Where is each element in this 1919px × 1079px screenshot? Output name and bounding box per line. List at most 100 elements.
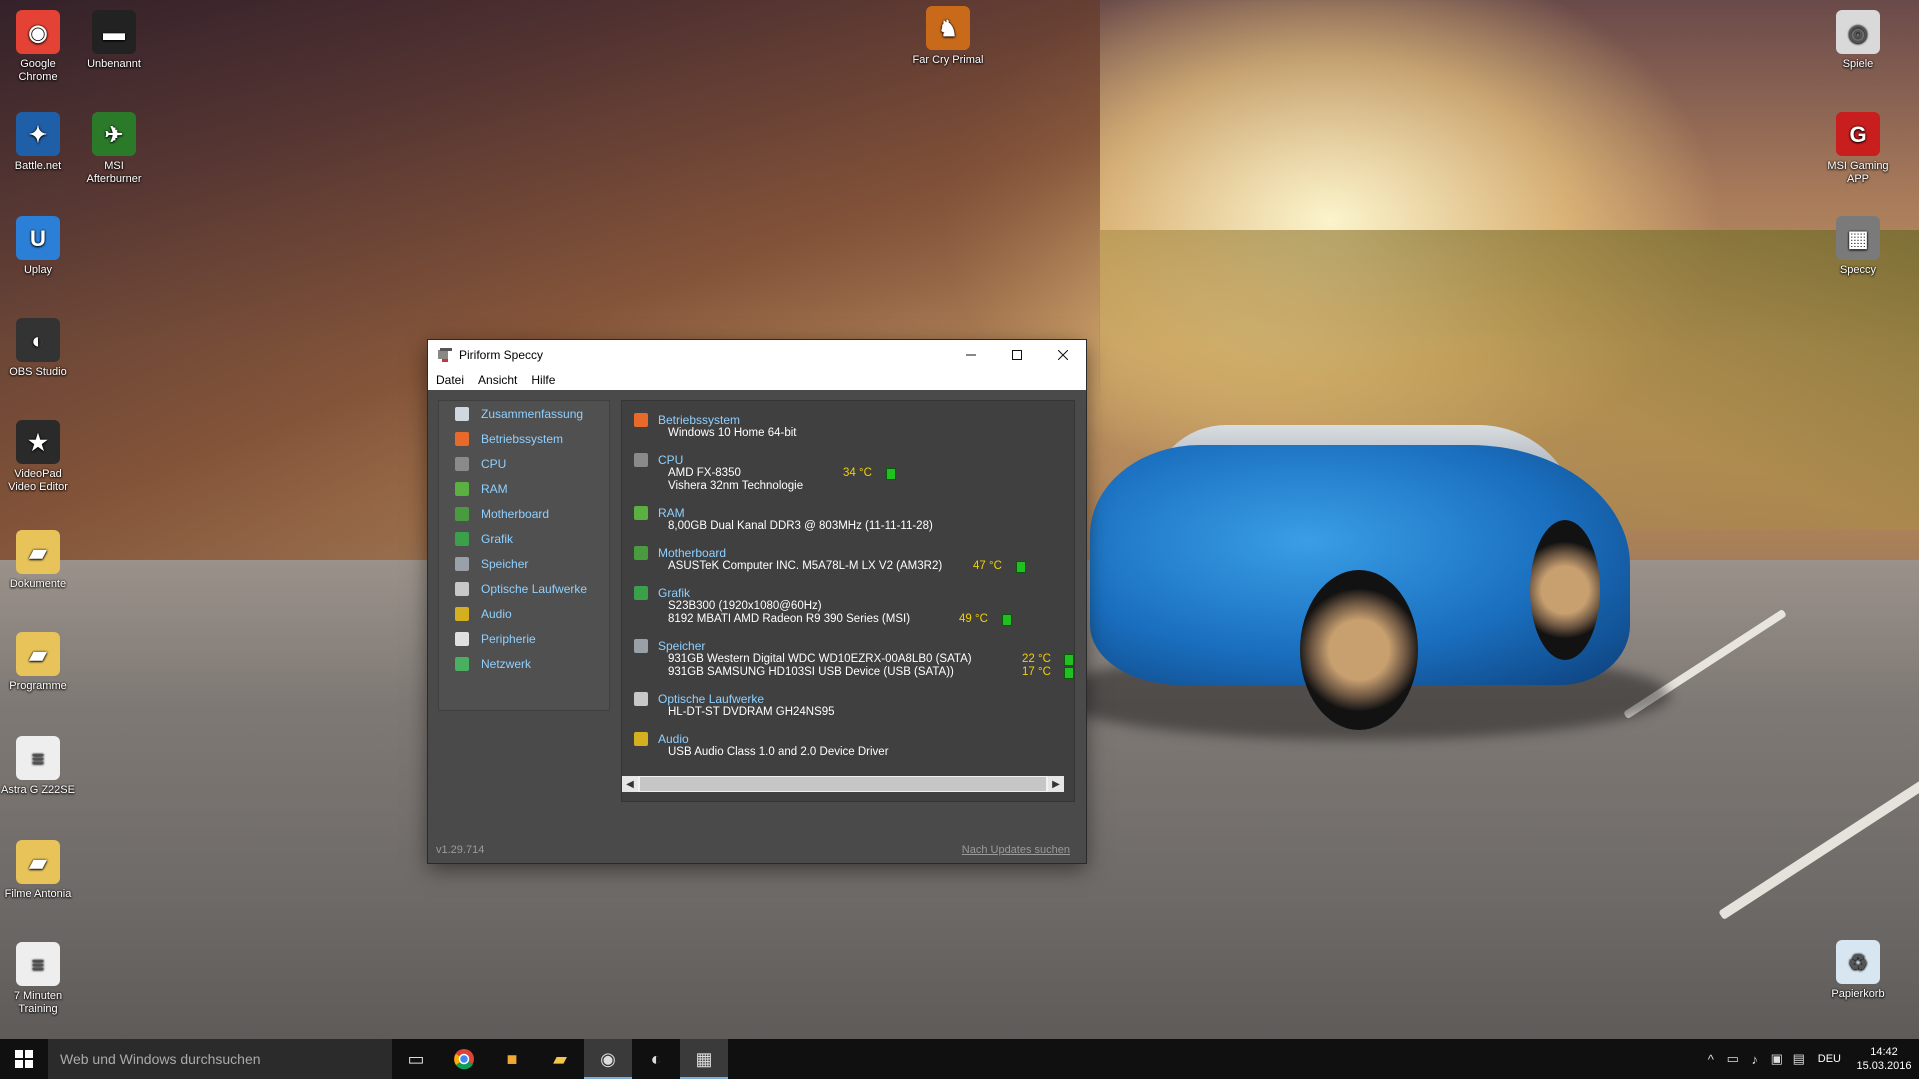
desktop-icon[interactable]: G MSI Gaming APP	[1820, 112, 1896, 186]
menu-bar: Datei Ansicht Hilfe	[428, 370, 1086, 390]
temperature-readout: 22 °C	[1022, 653, 1051, 665]
microphone-icon[interactable]: ♪	[1744, 1052, 1766, 1067]
spiele-icon: ◎	[1836, 10, 1880, 54]
desktop-icon[interactable]: ▰ Dokumente	[0, 530, 76, 591]
section-detail: 8192 MBATI AMD Radeon R9 390 Series (MSI…	[668, 613, 911, 625]
scroll-thumb[interactable]	[640, 777, 1046, 791]
nav-item-peripherie[interactable]: Peripherie	[439, 626, 609, 651]
battery-icon[interactable]: ▭	[1722, 1051, 1744, 1067]
section-detail: 931GB SAMSUNG HD103SI USB Device (USB (S…	[668, 666, 954, 678]
window-content: Zusammenfassung Betriebssystem CPU RAM Mothe…	[428, 390, 1086, 863]
section-title[interactable]: Audio	[658, 732, 689, 746]
desktop-icon[interactable]: ✈ MSI Afterburner	[76, 112, 152, 186]
section-title[interactable]: Speicher	[658, 639, 705, 653]
temperature-indicator	[1064, 667, 1074, 679]
scroll-right-button[interactable]: ▶	[1048, 776, 1064, 792]
section-icon	[634, 639, 648, 653]
chevron-up-icon[interactable]: ^	[1700, 1052, 1722, 1067]
desktop-icon[interactable]: ◉ Google Chrome	[0, 10, 76, 84]
desktop-icon[interactable]: ◐ OBS Studio	[0, 318, 76, 379]
section-title[interactable]: Motherboard	[658, 546, 726, 560]
desktop-icon[interactable]: ▬ Unbenannt	[76, 10, 152, 71]
taskbar: Web und Windows durchsuchen ▭ ■ ▰ ◉ ◐ ▦ …	[0, 1039, 1919, 1079]
section-title[interactable]: RAM	[658, 506, 685, 520]
taskbar-obs[interactable]: ◐	[632, 1039, 680, 1079]
desktop-icon[interactable]: ★ VideoPad Video Editor	[0, 420, 76, 494]
taskbar-media[interactable]: ■	[488, 1039, 536, 1079]
desktop-icon[interactable]: ♞ Far Cry Primal	[910, 6, 986, 67]
menu-hilfe[interactable]: Hilfe	[531, 373, 555, 387]
folder-icon: ▰	[553, 1048, 567, 1069]
steam-icon: ◉	[600, 1048, 616, 1069]
desktop-icon[interactable]: ▰ Filme Antonia	[0, 840, 76, 901]
desktop-icon[interactable]: ◎ Spiele	[1820, 10, 1896, 71]
desktop-icon[interactable]: U Uplay	[0, 216, 76, 277]
taskbar-steam[interactable]: ◉	[584, 1039, 632, 1079]
section-line: 8,00GB Dual Kanal DDR3 @ 803MHz (11-11-1…	[634, 520, 933, 533]
section-icon	[634, 506, 648, 520]
desktop-icon[interactable]: ≡ 7 Minuten Training	[0, 942, 76, 1016]
taskbar-speccy[interactable]: ▦	[680, 1039, 728, 1079]
section-audio: Audio USB Audio Class 1.0 and 2.0 Device …	[634, 732, 889, 759]
obs-icon: ◐	[16, 318, 60, 362]
language-indicator[interactable]: DEU	[1818, 1053, 1841, 1065]
network-icon[interactable]: ▣	[1766, 1051, 1788, 1067]
taskbar-search[interactable]: Web und Windows durchsuchen	[48, 1039, 392, 1079]
task-view-button[interactable]: ▭	[392, 1039, 440, 1079]
nav-item-optische-laufwerke[interactable]: Optische Laufwerke	[439, 576, 609, 601]
start-button[interactable]	[0, 1039, 48, 1079]
category-icon	[455, 656, 469, 671]
nav-item-netzwerk[interactable]: Netzwerk	[439, 651, 609, 676]
nav-item-zusammenfassung[interactable]: Zusammenfassung	[439, 401, 609, 426]
section-detail: S23B300 (1920x1080@60Hz)	[668, 600, 822, 612]
nav-item-speicher[interactable]: Speicher	[439, 551, 609, 576]
category-icon	[455, 481, 469, 496]
section-title[interactable]: CPU	[658, 453, 683, 467]
section-title[interactable]: Optische Laufwerke	[658, 692, 764, 706]
minimize-button[interactable]	[948, 340, 994, 370]
section-line: Vishera 32nm Technologie	[634, 480, 803, 493]
clock[interactable]: 14:42 15.03.2016	[1849, 1045, 1919, 1073]
desktop-icon-label: MSI Afterburner	[86, 160, 142, 185]
taskbar-explorer[interactable]: ▰	[536, 1039, 584, 1079]
action-center-icon[interactable]: ▤	[1788, 1051, 1810, 1067]
menu-ansicht[interactable]: Ansicht	[478, 373, 517, 387]
menu-datei[interactable]: Datei	[436, 373, 464, 387]
temperature-readout: 34 °C	[843, 467, 872, 479]
videopad-icon: ★	[16, 420, 60, 464]
system-tray: ^ ▭ ♪ ▣ ▤ DEU 14:42 15.03.2016	[1700, 1039, 1919, 1079]
taskbar-chrome[interactable]	[440, 1039, 488, 1079]
category-icon	[455, 631, 469, 646]
nav-item-ram[interactable]: RAM	[439, 476, 609, 501]
section-detail: ASUSTeK Computer INC. M5A78L-M LX V2 (AM…	[668, 560, 943, 572]
desktop-icon[interactable]: ▦ Speccy	[1820, 216, 1896, 277]
speccy-window[interactable]: Piriform Speccy Datei Ansicht Hilfe Zusa…	[428, 340, 1086, 863]
section-line: 8192 MBATI AMD Radeon R9 390 Series (MSI…	[634, 613, 1012, 626]
section-detail: 8,00GB Dual Kanal DDR3 @ 803MHz (11-11-1…	[668, 520, 933, 532]
status-bar: v1.29.714 Nach Updates suchen	[428, 837, 1086, 863]
recycle-bin-icon: ♻	[1836, 940, 1880, 984]
close-button[interactable]	[1040, 340, 1086, 370]
section-title[interactable]: Grafik	[658, 586, 690, 600]
nav-item-motherboard[interactable]: Motherboard	[439, 501, 609, 526]
check-updates-link[interactable]: Nach Updates suchen	[962, 844, 1070, 856]
desktop-icon[interactable]: ♻ Papierkorb	[1820, 940, 1896, 1001]
scroll-left-button[interactable]: ◀	[622, 776, 638, 792]
afterburner-icon: ✈	[92, 112, 136, 156]
nav-item-audio[interactable]: Audio	[439, 601, 609, 626]
obs-icon: ◐	[650, 1048, 662, 1069]
window-titlebar[interactable]: Piriform Speccy	[428, 340, 1086, 370]
horizontal-scrollbar[interactable]: ◀ ▶	[622, 776, 1064, 792]
section-title[interactable]: Betriebssystem	[658, 413, 740, 427]
nav-item-grafik[interactable]: Grafik	[439, 526, 609, 551]
folder-icon: ▰	[16, 632, 60, 676]
desktop-icon[interactable]: ≡ Astra G Z22SE	[0, 736, 76, 797]
desktop-icon[interactable]: ▰ Programme	[0, 632, 76, 693]
nav-item-cpu[interactable]: CPU	[439, 451, 609, 476]
maximize-button[interactable]	[994, 340, 1040, 370]
nav-item-betriebssystem[interactable]: Betriebssystem	[439, 426, 609, 451]
monitor-icon: ▬	[92, 10, 136, 54]
desktop-icon[interactable]: ✦ Battle.net	[0, 112, 76, 173]
category-icon	[455, 581, 469, 596]
section-line: AMD FX-8350 34 °C	[634, 467, 896, 480]
